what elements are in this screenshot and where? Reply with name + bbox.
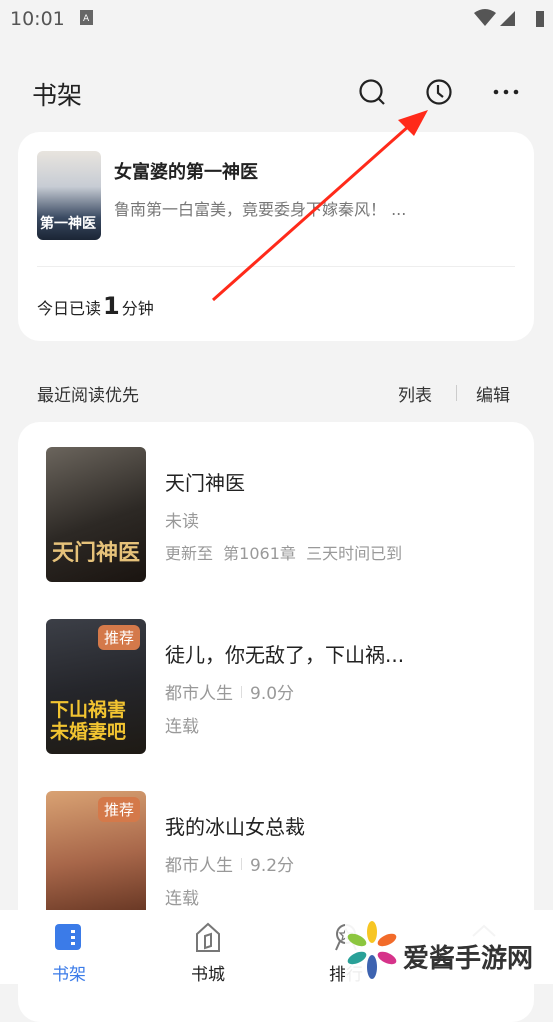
book-score: 9.0分	[250, 684, 295, 704]
book-item[interactable]: 推荐 我的冰山女总裁 都市人生 9.2分 连载	[18, 791, 534, 926]
separator	[241, 685, 242, 698]
cover-art-text: 第一神医	[40, 216, 96, 232]
book-meta: 都市人生 9.2分	[165, 851, 294, 876]
book-cover[interactable]: 推荐	[46, 791, 146, 926]
recommend-badge: 推荐	[97, 625, 140, 650]
flower-logo-icon	[347, 921, 397, 979]
book-cover[interactable]: 推荐 下山祸害 未婚妻吧	[46, 619, 146, 754]
book-update: 更新至 第1061章 三天时间已到	[165, 544, 403, 563]
recommend-badge: 推荐	[97, 797, 140, 822]
book-genre: 都市人生	[165, 856, 233, 876]
watermark-text: 爱酱手游网	[403, 944, 534, 974]
edit-button[interactable]: 编辑	[476, 381, 510, 406]
watermark-logo: 爱酱手游网	[345, 912, 553, 984]
book-title: 徒儿，你无敌了，下山祸...	[165, 643, 405, 667]
book-title: 天门神医	[165, 471, 245, 495]
status-time: 10:01	[10, 8, 65, 30]
book-genre: 都市人生	[165, 684, 233, 704]
book-cover[interactable]: 第一神医	[37, 151, 101, 240]
history-clock-icon[interactable]	[425, 78, 453, 106]
book-status: 连载	[165, 889, 199, 909]
book-title: 我的冰山女总裁	[165, 815, 305, 839]
cover-art-text: 天门神医	[52, 541, 141, 566]
divider	[37, 266, 515, 267]
status-bar: 10:01 A	[0, 0, 553, 38]
nav-bookstore[interactable]: 书城	[168, 910, 248, 985]
book-cover[interactable]: 天门神医	[46, 447, 146, 582]
nav-label: 书城	[191, 965, 225, 985]
read-time: 今日已读 1 分钟	[37, 292, 154, 320]
book-title: 女富婆的第一神医	[114, 162, 258, 183]
book-status: 连载	[165, 717, 199, 737]
search-icon[interactable]	[358, 78, 386, 108]
book-item[interactable]: 天门神医 天门神医 未读 更新至 第1061章 三天时间已到	[18, 447, 534, 582]
bookshelf-icon	[55, 924, 81, 950]
separator	[241, 857, 242, 870]
separator	[456, 385, 457, 401]
bookstore-icon	[196, 922, 220, 952]
signal-battery-icons	[474, 9, 544, 27]
book-status: 未读	[165, 512, 199, 532]
book-item[interactable]: 推荐 下山祸害 未婚妻吧 徒儿，你无敌了，下山祸... 都市人生 9.0分 连载	[18, 619, 534, 754]
page-title: 书架	[32, 81, 83, 110]
svg-text:A: A	[83, 14, 90, 24]
book-meta: 都市人生 9.0分	[165, 679, 294, 704]
list-view-button[interactable]: 列表	[398, 381, 432, 406]
nav-bookshelf[interactable]: 书架	[29, 910, 109, 985]
sort-dropdown[interactable]: 最近阅读优先	[37, 381, 139, 406]
book-score: 9.2分	[250, 856, 295, 876]
cover-art-text: 下山祸害 未婚妻吧	[50, 699, 127, 743]
notification-icon: A	[80, 10, 93, 25]
nav-label: 书架	[52, 965, 86, 985]
recent-book-card[interactable]: 第一神医 女富婆的第一神医 鲁南第一白富美，竟要委身下嫁秦风！ ... 今日已读…	[18, 132, 534, 341]
read-minutes: 1	[103, 292, 120, 320]
more-icon[interactable]	[493, 88, 521, 96]
book-desc: 鲁南第一白富美，竟要委身下嫁秦风！ ...	[114, 200, 407, 219]
